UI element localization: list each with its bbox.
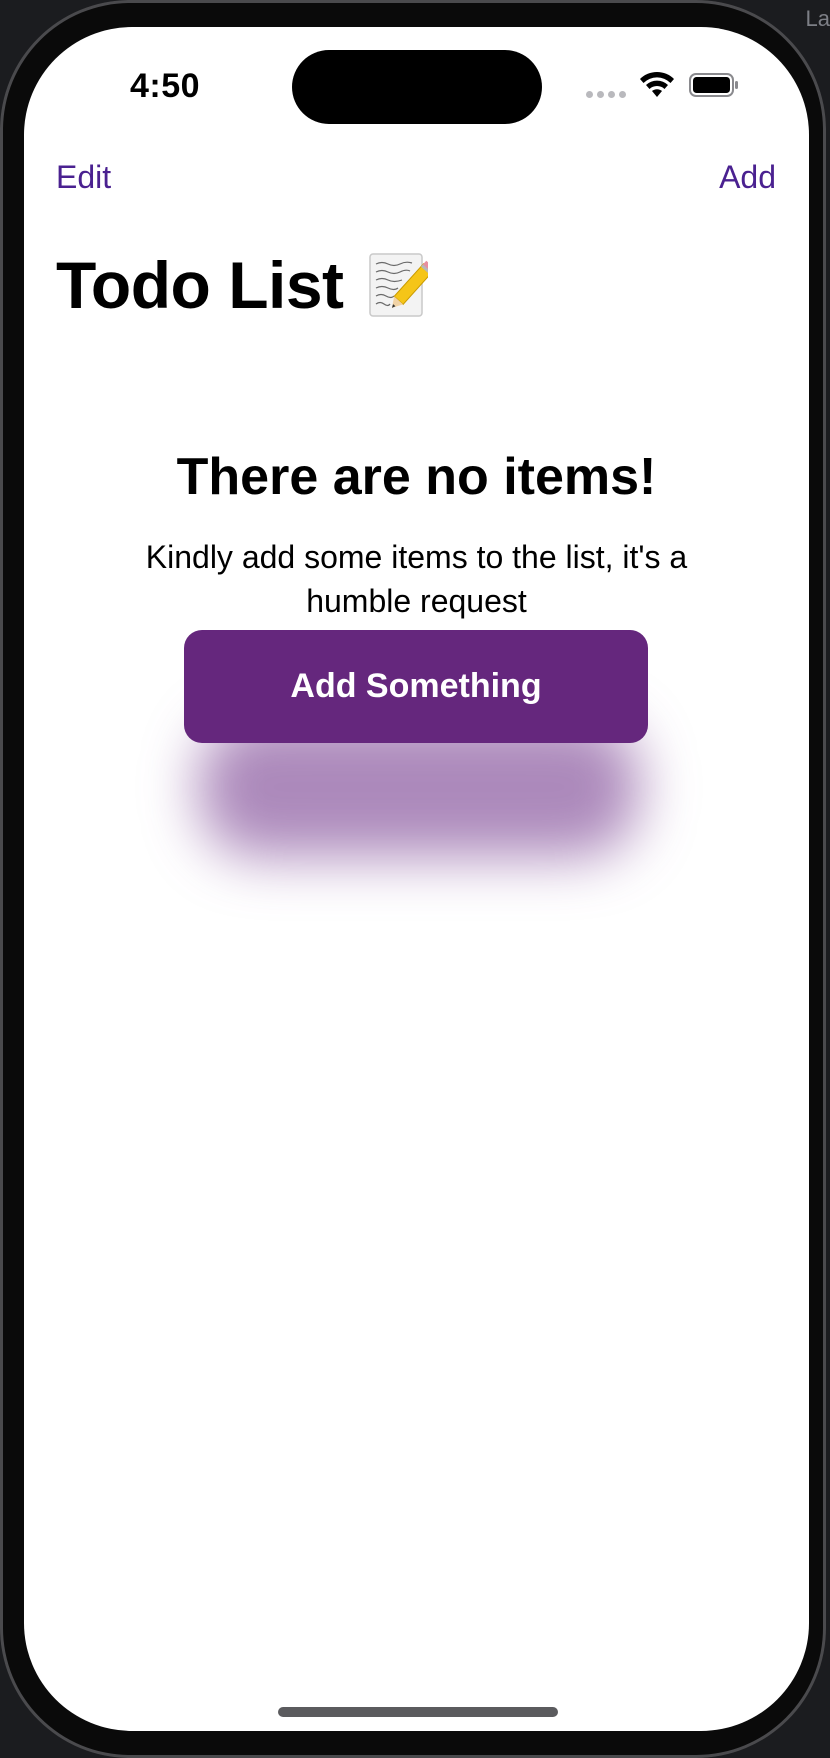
empty-state-title: There are no items! <box>176 448 657 506</box>
title-row: Todo List <box>56 247 428 323</box>
memo-icon <box>368 253 428 317</box>
home-indicator[interactable] <box>278 1707 558 1717</box>
page-title: Todo List <box>56 248 344 322</box>
empty-state: There are no items! Kindly add some item… <box>24 447 809 623</box>
app-screen: 4:50 Edit Add Todo List There are no ite… <box>24 27 809 1731</box>
edit-button[interactable]: Edit <box>56 159 111 196</box>
empty-state-message: Kindly add some items to the list, it's … <box>145 539 688 619</box>
battery-icon <box>689 73 738 97</box>
cellular-signal-icon <box>586 91 626 98</box>
status-time: 4:50 <box>130 67 201 105</box>
backdrop-window-label: La <box>805 6 830 31</box>
wifi-icon <box>640 71 674 97</box>
add-something-button[interactable]: Add Something <box>184 630 648 743</box>
phone-frame: 4:50 Edit Add Todo List There are no ite… <box>0 0 826 1758</box>
dynamic-island <box>292 50 542 124</box>
add-button[interactable]: Add <box>719 159 776 196</box>
